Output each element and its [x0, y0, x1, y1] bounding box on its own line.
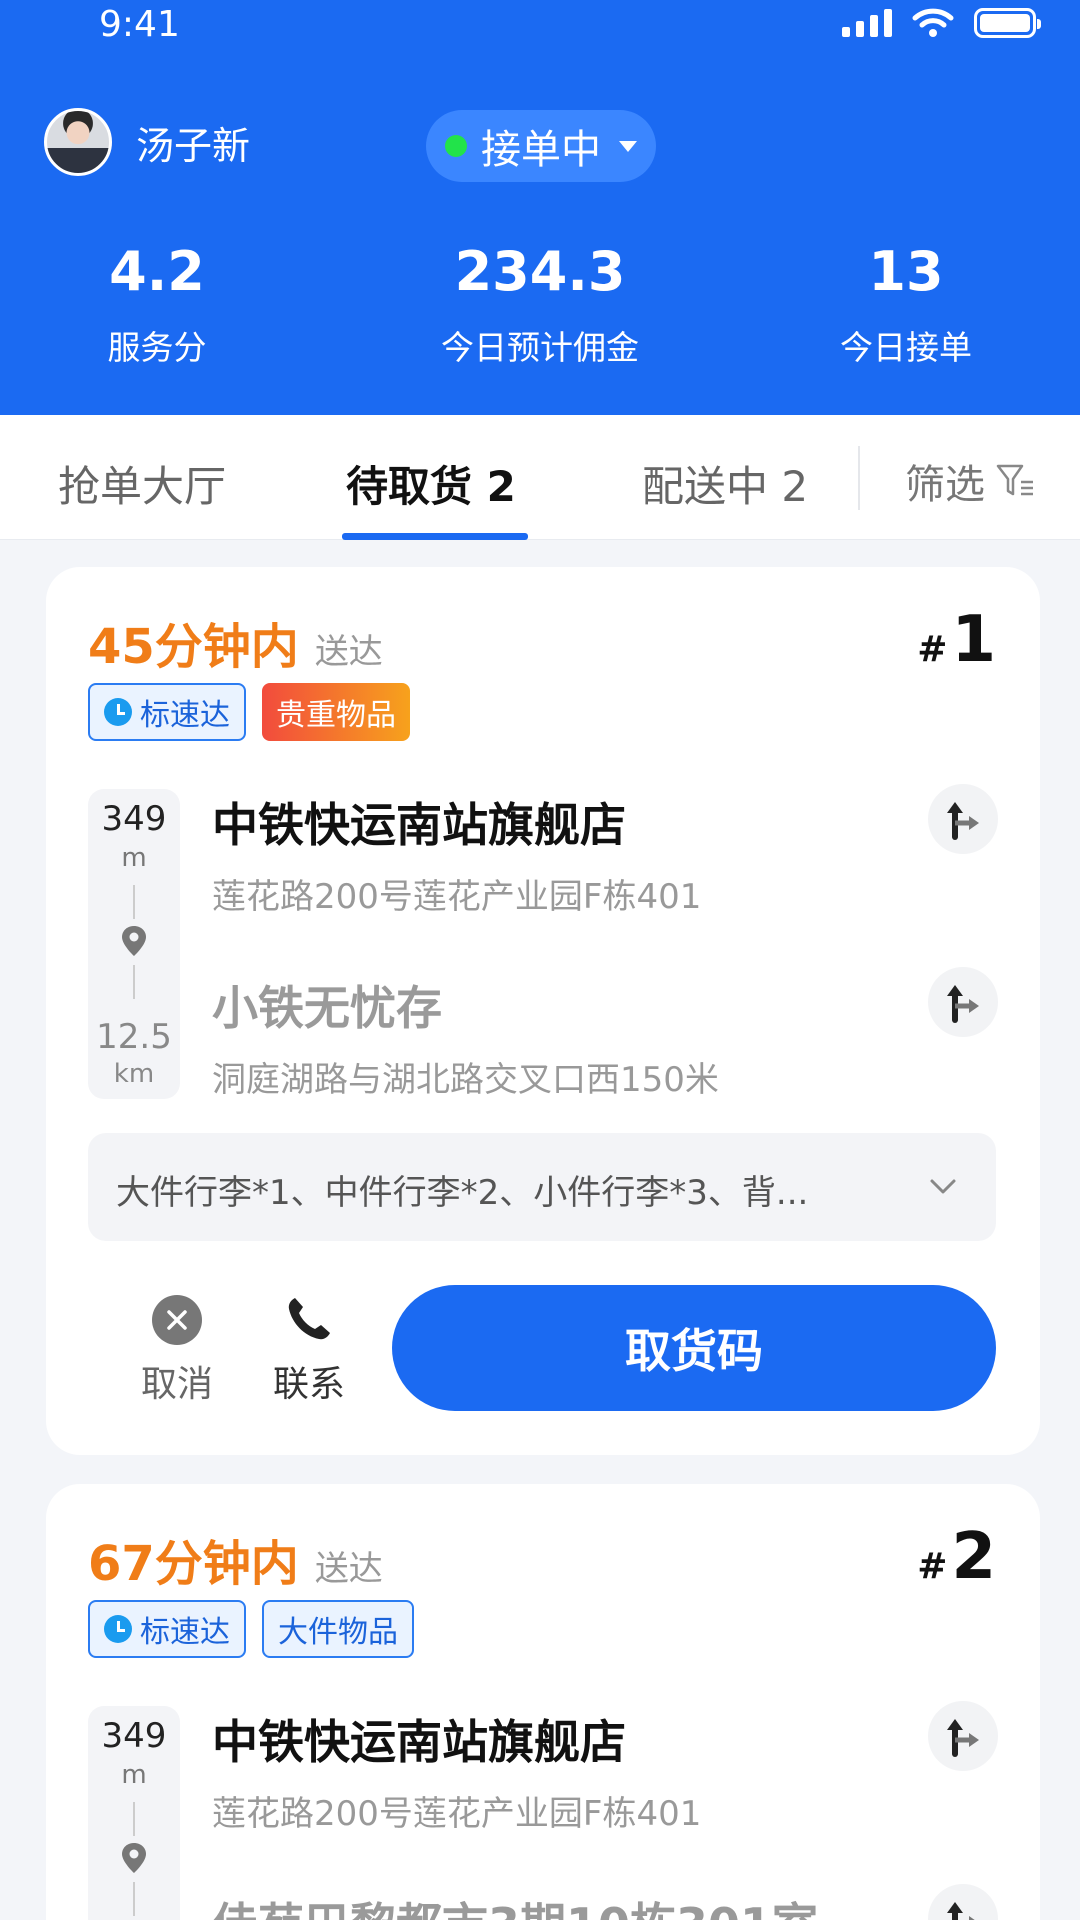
- filter-button[interactable]: 筛选: [905, 452, 1035, 510]
- tag-label: 标速达: [140, 698, 230, 733]
- tab-order-hall[interactable]: 抢单大厅: [58, 453, 226, 514]
- order-card[interactable]: 45分钟内 送达 #1 标速达 贵重物品 349 m 12.5 km 中铁快运南…: [46, 567, 1040, 1455]
- wifi-icon: [912, 8, 954, 37]
- order-card[interactable]: 67分钟内 送达 #2 标速达 大件物品 349 m 中铁快运南站旗舰店 莲花路…: [46, 1484, 1040, 1920]
- rail-line: [133, 1802, 135, 1836]
- dropoff-name: 小铁无忧存: [212, 981, 442, 1035]
- header: 9:41 汤子新 接单中 4.2 服务分 234.3 今日预计佣金 13 今日接…: [0, 0, 1080, 415]
- stat-value: 4.2: [109, 240, 205, 303]
- order-number-value: 1: [951, 603, 996, 677]
- eta-time: 67分钟内: [88, 1536, 299, 1592]
- divider: [858, 446, 860, 510]
- stat-service-score: 4.2 服务分: [57, 240, 257, 369]
- work-status-dropdown[interactable]: 接单中: [426, 110, 656, 182]
- pickup-code-button[interactable]: 取货码: [392, 1285, 996, 1411]
- pickup-address: 莲花路200号莲花产业园F栋401: [212, 1794, 702, 1834]
- order-number: #1: [917, 603, 996, 677]
- close-icon: [152, 1295, 202, 1345]
- cancel-button[interactable]: 取消: [122, 1295, 232, 1407]
- stat-commission: 234.3 今日预计佣金: [400, 240, 680, 369]
- order-number: #2: [917, 1520, 996, 1594]
- dropoff-address: 洞庭湖路与湖北路交叉口西150米: [212, 1060, 719, 1100]
- user-name: 汤子新: [136, 123, 251, 168]
- contact-button[interactable]: 联系: [254, 1293, 364, 1407]
- chevron-down-icon: [930, 1179, 956, 1194]
- rail-line: [133, 965, 135, 999]
- tag-list: 标速达 大件物品: [88, 1600, 414, 1658]
- tag-label: 标速达: [140, 1615, 230, 1650]
- stat-orders: 13 今日接单: [800, 240, 1012, 369]
- tab-to-pickup[interactable]: 待取货 2: [346, 453, 516, 514]
- contact-label: 联系: [272, 1364, 345, 1405]
- status-time: 9:41: [99, 4, 180, 45]
- active-tab-indicator: [342, 533, 528, 540]
- pickup-name: 中铁快运南站旗舰店: [212, 1715, 626, 1769]
- distance-rail: 349 m: [88, 1706, 180, 1920]
- eta-suffix: 送达: [314, 1549, 383, 1589]
- tab-delivering[interactable]: 配送中 2: [642, 453, 808, 514]
- goods-summary[interactable]: 大件行李*1、中件行李*2、小件行李*3、背...: [88, 1133, 996, 1241]
- eta-suffix: 送达: [314, 632, 383, 672]
- stats-row: 4.2 服务分 234.3 今日预计佣金 13 今日接单: [0, 240, 1080, 380]
- pickup-address: 莲花路200号莲花产业园F栋401: [212, 877, 702, 917]
- order-hash: #: [917, 1546, 948, 1587]
- pickup-distance-unit: m: [121, 843, 147, 873]
- filter-label: 筛选: [905, 462, 985, 508]
- status-icons: [842, 8, 1041, 38]
- tag-label: 贵重物品: [276, 698, 396, 733]
- distance-rail: 349 m 12.5 km: [88, 789, 180, 1099]
- status-bar: 9:41: [0, 0, 1080, 52]
- tag-list: 标速达 贵重物品: [88, 683, 410, 741]
- phone-icon: [288, 1298, 330, 1340]
- tag-large-item: 大件物品: [262, 1600, 414, 1658]
- tag-valuable: 贵重物品: [262, 683, 410, 741]
- dropoff-name: 佳苑巴黎都市3期10栋301室: [212, 1889, 818, 1920]
- tag-speed: 标速达: [88, 683, 246, 741]
- stat-value: 234.3: [454, 240, 626, 303]
- navigate-button[interactable]: [928, 967, 998, 1037]
- online-dot-icon: [445, 135, 467, 157]
- eta: 45分钟内 送达: [88, 607, 383, 677]
- signal-icon: [842, 9, 892, 37]
- navigate-icon: [947, 1902, 975, 1920]
- order-hash: #: [917, 629, 948, 670]
- delivery-distance-unit: km: [113, 1059, 155, 1089]
- navigate-icon: [947, 985, 979, 1023]
- navigate-button[interactable]: [928, 1884, 998, 1920]
- avatar[interactable]: [44, 108, 112, 176]
- stat-label: 今日预计佣金: [441, 328, 639, 367]
- rail-line: [133, 1882, 135, 1916]
- user-profile[interactable]: 汤子新: [44, 108, 250, 176]
- navigate-icon: [947, 802, 979, 840]
- navigate-icon: [947, 1719, 979, 1757]
- caret-down-icon: [619, 140, 637, 152]
- clock-icon: [104, 1615, 132, 1643]
- pickup-distance: 349: [101, 799, 167, 839]
- work-status-label: 接单中: [481, 127, 601, 173]
- delivery-distance: 12.5: [96, 1017, 172, 1057]
- navigate-button[interactable]: [928, 784, 998, 854]
- rail-line: [133, 885, 135, 919]
- filter-icon: [996, 464, 1033, 496]
- tag-label: 大件物品: [278, 1615, 398, 1650]
- stat-value: 13: [868, 240, 944, 303]
- tag-speed: 标速达: [88, 1600, 246, 1658]
- location-pin-icon: [122, 1843, 146, 1873]
- battery-icon: [974, 8, 1041, 38]
- pickup-distance-unit: m: [121, 1760, 147, 1790]
- pickup-name: 中铁快运南站旗舰店: [212, 798, 626, 852]
- order-number-value: 2: [951, 1520, 996, 1594]
- location-pin-icon: [122, 926, 146, 956]
- stat-label: 今日接单: [840, 328, 972, 367]
- cancel-label: 取消: [140, 1364, 213, 1405]
- pickup-distance: 349: [101, 1716, 167, 1756]
- navigate-button[interactable]: [928, 1701, 998, 1771]
- goods-text: 大件行李*1、中件行李*2、小件行李*3、背...: [116, 1173, 809, 1213]
- eta: 67分钟内 送达: [88, 1524, 383, 1594]
- clock-icon: [104, 698, 132, 726]
- stat-label: 服务分: [107, 328, 207, 367]
- eta-time: 45分钟内: [88, 619, 299, 675]
